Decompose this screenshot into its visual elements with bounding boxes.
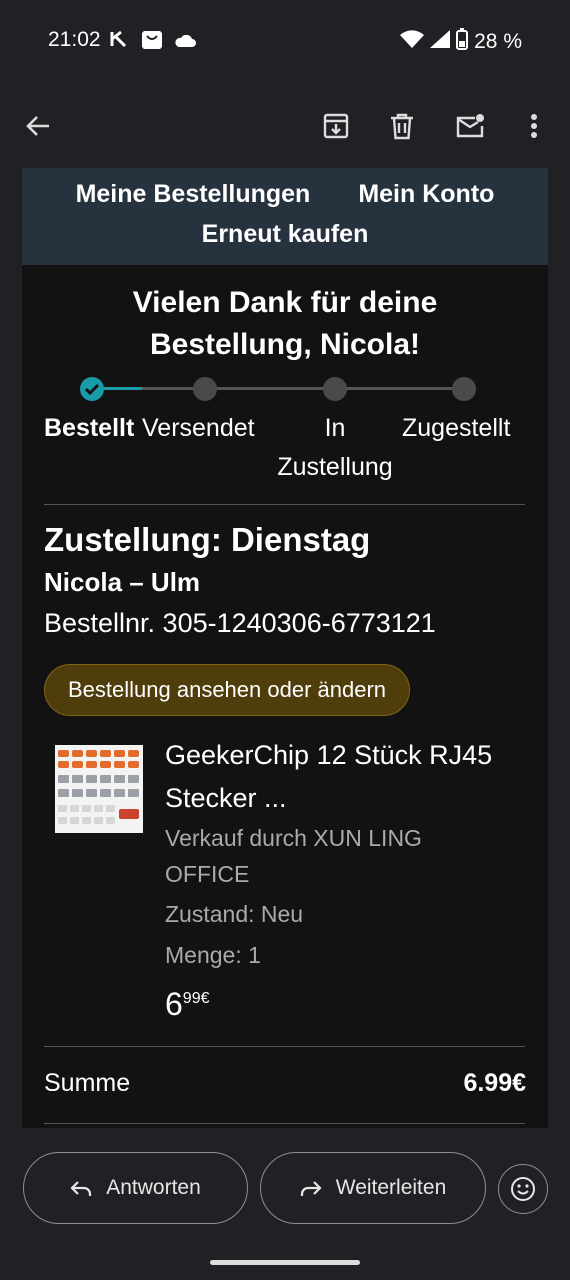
step-dot-delivered <box>452 377 476 401</box>
mail-unread-icon <box>456 114 484 138</box>
back-arrow-icon <box>26 116 49 136</box>
email-nav-band: Meine Bestellungen Mein Konto Erneut kau… <box>22 168 548 265</box>
thank-you-line-2: Bestellung, Nicola! <box>149 328 421 361</box>
divider <box>44 1123 525 1124</box>
email-body: Meine Bestellungen Mein Konto Erneut kau… <box>22 168 548 1128</box>
seller-line-2: OFFICE <box>165 861 250 887</box>
battery-icon <box>456 28 469 56</box>
product-image[interactable] <box>55 745 143 833</box>
shopping-bag-icon <box>141 30 163 55</box>
trash-icon <box>391 113 413 140</box>
buy-again-link[interactable]: Erneut kaufen <box>202 220 369 249</box>
smiley-icon <box>511 1177 535 1201</box>
step-label-out-line1: In <box>324 414 346 442</box>
cloud-icon <box>174 32 196 53</box>
step-dot-ordered <box>80 377 104 401</box>
product-condition: Zustand: Neu <box>165 901 304 927</box>
more-vert-icon <box>531 114 537 138</box>
product-seller: Verkauf durch XUN LING OFFICE <box>165 820 422 892</box>
signal-icon <box>430 30 451 54</box>
price-whole: 6 <box>165 986 183 1022</box>
step-label-shipped: Versendet <box>142 414 255 442</box>
status-time: 21:02 <box>48 28 101 51</box>
view-or-edit-order-button[interactable]: Bestellung ansehen oder ändern <box>44 664 411 716</box>
step-dot-out-for-delivery <box>323 377 347 401</box>
home-indicator[interactable] <box>210 1260 360 1265</box>
thank-you-line-1: Vielen Dank für deine <box>132 286 438 319</box>
reply-button[interactable]: Antworten <box>23 1152 248 1224</box>
battery-percent: 28 % <box>474 30 522 53</box>
my-orders-link[interactable]: Meine Bestellungen <box>76 180 311 209</box>
step-label-ordered: Bestellt <box>44 414 135 442</box>
forward-label: Weiterleiten <box>335 1176 447 1199</box>
emoji-reaction-button[interactable] <box>498 1164 548 1214</box>
archive-icon <box>323 113 349 139</box>
reply-icon <box>70 1181 92 1196</box>
progress-track <box>92 387 476 390</box>
app-bar <box>0 84 570 168</box>
order-number: Bestellnr. 305-1240306-6773121 <box>44 608 436 638</box>
reply-label: Antworten <box>106 1176 201 1199</box>
step-dot-shipped <box>193 377 217 401</box>
checkmark-icon <box>84 383 100 396</box>
status-bar: 21:02 28 % <box>0 0 570 84</box>
delete-button[interactable] <box>382 106 422 146</box>
sum-label: Summe <box>44 1069 131 1097</box>
k-app-icon <box>110 30 128 53</box>
seller-line-1: Verkauf durch XUN LING <box>165 825 422 851</box>
step-label-out-line2: Zustellung <box>277 453 393 481</box>
step-label-delivered: Zugestellt <box>402 414 511 442</box>
forward-icon <box>300 1181 322 1196</box>
mark-unread-button[interactable] <box>450 106 490 146</box>
archive-button[interactable] <box>316 106 356 146</box>
forward-button[interactable]: Weiterleiten <box>260 1152 486 1224</box>
sum-value: 6.99€ <box>463 1069 526 1097</box>
wifi-icon <box>400 30 425 54</box>
delivery-day: Zustellung: Dienstag <box>44 521 371 558</box>
more-options-button[interactable] <box>514 106 554 146</box>
step-label-out-for-delivery: In Zustellung <box>268 409 402 487</box>
back-button[interactable] <box>18 106 58 146</box>
divider <box>44 504 525 505</box>
product-quantity: Menge: 1 <box>165 942 261 968</box>
product-price: 699€ <box>165 986 210 1023</box>
product-title[interactable]: GeekerChip 12 Stück RJ45 Stecker ... <box>165 734 525 820</box>
divider <box>44 1046 525 1047</box>
my-account-link[interactable]: Mein Konto <box>358 180 494 209</box>
thank-you-heading: Vielen Dank für deine Bestellung, Nicola… <box>22 282 548 366</box>
recipient: Nicola – Ulm <box>44 567 201 597</box>
price-fraction: 99€ <box>182 990 210 1007</box>
